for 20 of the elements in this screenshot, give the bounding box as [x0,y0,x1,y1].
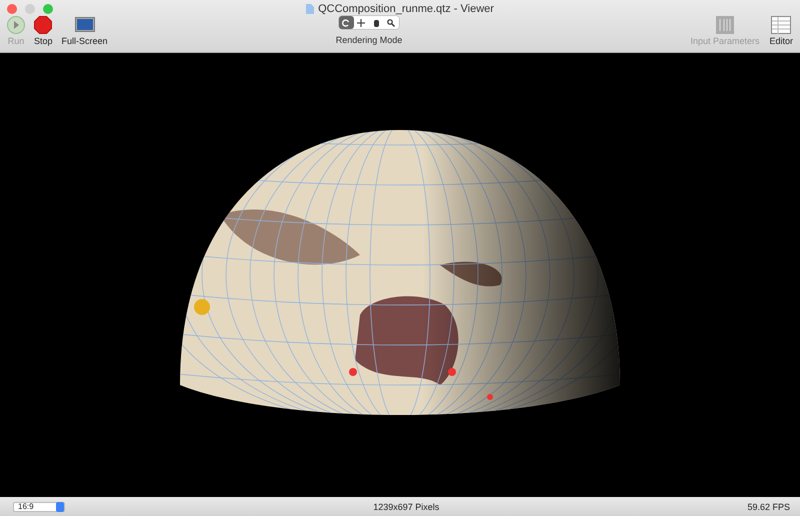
rotate-mode-button[interactable] [338,16,354,29]
magnifier-icon [387,18,396,26]
editor-button[interactable]: Editor [766,16,796,46]
aspect-ratio-dropdown[interactable]: 16:9 [13,502,65,512]
grid-window-icon [771,16,792,34]
monitor-icon [74,16,95,34]
stop-icon [34,16,52,34]
stop-button[interactable]: Stop [31,16,56,46]
fps-label: 59.62 FPS [747,502,790,512]
document-icon [306,4,314,14]
sliders-icon [716,16,734,34]
hand-icon [372,18,380,26]
close-button[interactable] [7,4,17,14]
rendering-mode-label: Rendering Mode [336,35,402,45]
fullscreen-button[interactable]: Full-Screen [58,16,111,46]
rotate-icon [342,18,350,26]
play-icon [7,16,25,34]
resolution-label: 1239x697 Pixels [372,502,440,512]
move-icon [357,18,366,26]
window-title: QCComposition_runme.qtz - Viewer [318,3,494,15]
